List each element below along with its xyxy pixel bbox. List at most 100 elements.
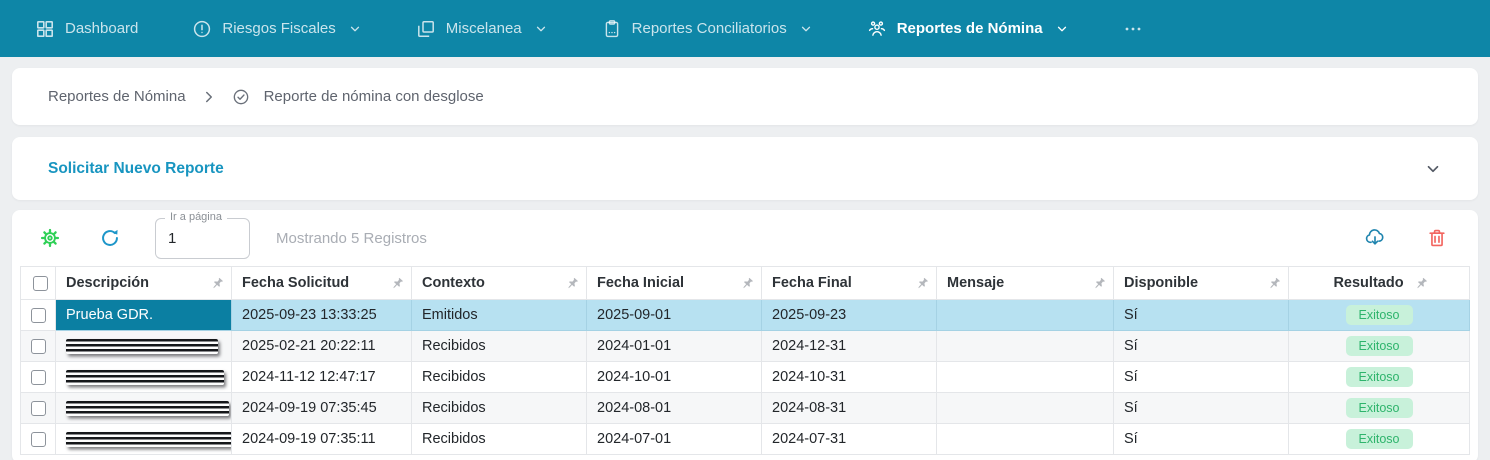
cell-mensaje[interactable] (937, 393, 1114, 424)
column-header-label: Mensaje (947, 275, 1004, 291)
cell-contexto[interactable]: Recibidos (412, 331, 587, 362)
pin-icon[interactable] (1092, 276, 1107, 291)
cell-descripcion[interactable] (56, 362, 232, 393)
pin-icon[interactable] (390, 276, 405, 291)
download-button[interactable] (1360, 223, 1390, 253)
cell-contexto[interactable]: Recibidos (412, 424, 587, 455)
delete-button[interactable] (1422, 223, 1452, 253)
pin-icon[interactable] (1267, 276, 1282, 291)
settings-button[interactable] (35, 223, 65, 253)
cell-descripcion[interactable] (56, 424, 232, 455)
breadcrumb-parent[interactable]: Reportes de Nómina (48, 88, 186, 105)
cell-fecha-solicitud[interactable]: 2025-09-23 13:33:25 (232, 300, 412, 331)
cell-contexto[interactable]: Recibidos (412, 362, 587, 393)
refresh-button[interactable] (95, 223, 125, 253)
cell-descripcion[interactable] (56, 393, 232, 424)
row-select-cell (21, 300, 56, 331)
table-row[interactable]: 2025-02-21 20:22:11Recibidos2024-01-0120… (21, 331, 1470, 362)
cell-resultado[interactable]: Exitoso (1289, 331, 1470, 362)
cell-fecha-solicitud[interactable]: 2024-11-12 12:47:17 (232, 362, 412, 393)
column-header-disponible[interactable]: Disponible (1114, 267, 1289, 300)
cell-disponible[interactable]: Sí (1114, 362, 1289, 393)
cell-fecha-final[interactable]: 2024-07-31 (762, 424, 937, 455)
cell-fecha-inicial[interactable]: 2024-01-01 (587, 331, 762, 362)
cell-contexto[interactable]: Emitidos (412, 300, 587, 331)
column-header-descripcion[interactable]: Descripción (56, 267, 232, 300)
chevron-down-icon[interactable] (1424, 160, 1442, 178)
nav-overflow-button[interactable] (1123, 19, 1143, 39)
pin-icon[interactable] (740, 276, 755, 291)
chevron-down-icon (346, 22, 362, 36)
cell-resultado[interactable]: Exitoso (1289, 300, 1470, 331)
redacted-text (66, 339, 218, 354)
cell-fecha-solicitud[interactable]: 2024-09-19 07:35:11 (232, 424, 412, 455)
pin-icon[interactable] (565, 276, 580, 291)
chevron-down-icon (532, 22, 548, 36)
table-row[interactable]: Prueba GDR.2025-09-23 13:33:25Emitidos20… (21, 300, 1470, 331)
select-row-checkbox[interactable] (31, 308, 46, 323)
copy-icon (416, 19, 436, 39)
column-header-fecha-solicitud[interactable]: Fecha Solicitud (232, 267, 412, 300)
nav-item-label: Reportes Conciliatorios (632, 20, 787, 37)
breadcrumb: Reportes de Nómina Reporte de nómina con… (12, 68, 1478, 125)
cell-fecha-final[interactable]: 2024-08-31 (762, 393, 937, 424)
cell-fecha-final[interactable]: 2025-09-23 (762, 300, 937, 331)
cell-fecha-inicial[interactable]: 2024-07-01 (587, 424, 762, 455)
column-header-fecha-inicial[interactable]: Fecha Inicial (587, 267, 762, 300)
cell-mensaje[interactable] (937, 300, 1114, 331)
cell-fecha-final[interactable]: 2024-12-31 (762, 331, 937, 362)
cell-fecha-solicitud[interactable]: 2024-09-19 07:35:45 (232, 393, 412, 424)
cell-mensaje[interactable] (937, 424, 1114, 455)
cell-fecha-inicial[interactable]: 2024-08-01 (587, 393, 762, 424)
cell-fecha-inicial[interactable]: 2025-09-01 (587, 300, 762, 331)
redacted-text (66, 370, 224, 385)
cell-disponible[interactable]: Sí (1114, 393, 1289, 424)
table-row[interactable]: 2024-11-12 12:47:17Recibidos2024-10-0120… (21, 362, 1470, 393)
cell-fecha-inicial[interactable]: 2024-10-01 (587, 362, 762, 393)
check-circle-icon (232, 88, 250, 106)
select-row-checkbox[interactable] (31, 339, 46, 354)
select-row-checkbox[interactable] (31, 401, 46, 416)
cell-resultado[interactable]: Exitoso (1289, 393, 1470, 424)
table-row[interactable]: 2024-09-19 07:35:11Recibidos2024-07-0120… (21, 424, 1470, 455)
table-header-row: DescripciónFecha SolicitudContextoFecha … (21, 267, 1470, 300)
status-badge: Exitoso (1346, 429, 1413, 449)
cell-descripcion[interactable] (56, 331, 232, 362)
cell-mensaje[interactable] (937, 331, 1114, 362)
select-row-checkbox[interactable] (31, 432, 46, 447)
column-header-resultado[interactable]: Resultado (1289, 267, 1470, 300)
breadcrumb-current: Reporte de nómina con desglose (264, 88, 484, 105)
select-row-checkbox[interactable] (31, 370, 46, 385)
cell-disponible[interactable]: Sí (1114, 424, 1289, 455)
request-panel-title[interactable]: Solicitar Nuevo Reporte (48, 160, 224, 178)
cell-resultado[interactable]: Exitoso (1289, 362, 1470, 393)
reports-table: DescripciónFecha SolicitudContextoFecha … (20, 266, 1470, 455)
cell-fecha-solicitud[interactable]: 2025-02-21 20:22:11 (232, 331, 412, 362)
cell-fecha-final[interactable]: 2024-10-31 (762, 362, 937, 393)
cell-mensaje[interactable] (937, 362, 1114, 393)
pin-icon[interactable] (1414, 276, 1429, 291)
cell-descripcion[interactable]: Prueba GDR. (56, 300, 232, 331)
cell-contexto[interactable]: Recibidos (412, 393, 587, 424)
nav-item-reportes-conciliatorios[interactable]: Reportes Conciliatorios (602, 19, 813, 39)
column-header-fecha-final[interactable]: Fecha Final (762, 267, 937, 300)
chevron-right-icon (200, 88, 218, 106)
column-header-contexto[interactable]: Contexto (412, 267, 587, 300)
table-row[interactable]: 2024-09-19 07:35:45Recibidos2024-08-0120… (21, 393, 1470, 424)
pin-icon[interactable] (915, 276, 930, 291)
request-new-report-panel[interactable]: Solicitar Nuevo Reporte (12, 137, 1478, 200)
cell-disponible[interactable]: Sí (1114, 331, 1289, 362)
nav-item-dashboard[interactable]: Dashboard (35, 19, 138, 39)
nav-item-riesgos-fiscales[interactable]: Riesgos Fiscales (192, 19, 361, 39)
nav-item-reportes-de-nomina[interactable]: Reportes de Nómina (867, 19, 1069, 39)
column-header-mensaje[interactable]: Mensaje (937, 267, 1114, 300)
cell-resultado[interactable]: Exitoso (1289, 424, 1470, 455)
pin-icon[interactable] (210, 276, 225, 291)
go-to-page-field: Ir a página (155, 218, 250, 259)
row-select-cell (21, 393, 56, 424)
cell-disponible[interactable]: Sí (1114, 300, 1289, 331)
nav-item-miscelanea[interactable]: Miscelanea (416, 19, 548, 39)
cloud-download-icon (1364, 227, 1386, 249)
select-all-checkbox[interactable] (33, 276, 48, 291)
go-to-page-input[interactable] (156, 219, 249, 258)
